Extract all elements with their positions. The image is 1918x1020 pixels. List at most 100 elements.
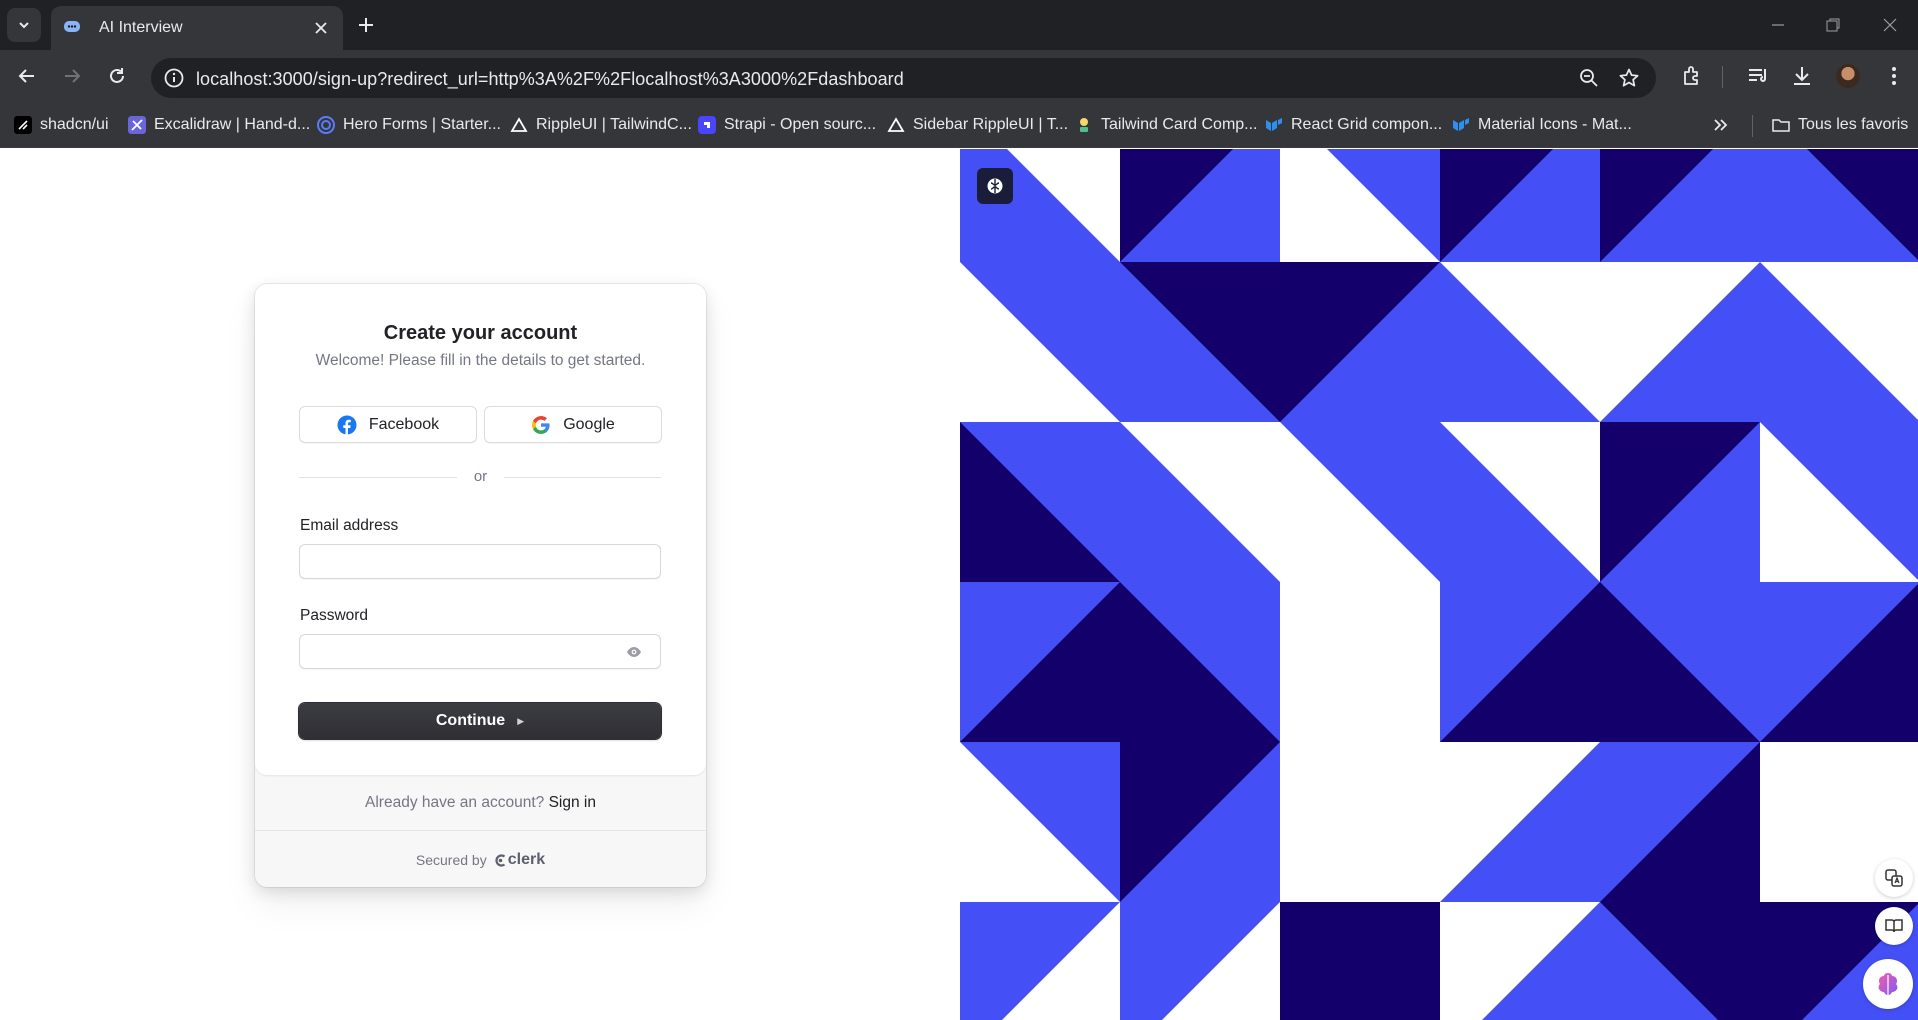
- mui-icon: [1453, 118, 1469, 131]
- bookmark-label: Hero Forms | Starter...: [343, 116, 501, 133]
- mui-icon: [1266, 118, 1282, 131]
- media-queue-icon[interactable]: [1746, 64, 1770, 88]
- profile-avatar[interactable]: [1836, 64, 1860, 88]
- minimize-icon: [1772, 24, 1784, 26]
- all-bookmarks-label: Tous les favoris: [1798, 116, 1909, 133]
- bookmark-hero-forms[interactable]: Hero Forms | Starter...: [317, 102, 501, 148]
- forward-button[interactable]: [57, 61, 87, 91]
- bookmark-react-grid[interactable]: React Grid compon...: [1265, 102, 1442, 148]
- tab-title: AI Interview: [99, 19, 183, 36]
- window-close-button[interactable]: [1877, 12, 1903, 38]
- app-logo[interactable]: [977, 168, 1013, 204]
- bookmark-excalidraw[interactable]: Excalidraw | Hand-d...: [128, 102, 310, 148]
- brain-icon: [987, 178, 1003, 194]
- bookmark-tailwind-card[interactable]: Tailwind Card Comp...: [1075, 102, 1258, 148]
- clerk-logo[interactable]: clerk: [493, 851, 545, 869]
- clerk-logo-icon: [495, 853, 505, 867]
- bookmark-label: Strapi - Open sourc...: [724, 116, 877, 133]
- decorative-pattern-panel: [960, 149, 1918, 1020]
- book-icon: [1885, 919, 1903, 933]
- site-info-icon[interactable]: [163, 67, 185, 89]
- zoom-out-icon[interactable]: [1578, 67, 1600, 89]
- browser-tab-bar: AI Interview: [0, 0, 1918, 50]
- signin-prompt: Already have an account? Sign in: [255, 794, 706, 812]
- close-icon: [1883, 18, 1897, 32]
- eye-icon[interactable]: [626, 645, 642, 659]
- restore-button[interactable]: [1820, 12, 1846, 38]
- download-icon[interactable]: [1790, 64, 1814, 88]
- facebook-icon: [337, 415, 357, 435]
- bookmarks-separator: [1752, 115, 1753, 137]
- facebook-button[interactable]: Facebook: [299, 406, 477, 443]
- bookmark-label: Excalidraw | Hand-d...: [154, 116, 311, 133]
- strapi-icon: [698, 116, 716, 134]
- caret-right-icon: ▶: [517, 715, 525, 726]
- reload-icon: [110, 68, 124, 83]
- shadcn-icon: [14, 116, 32, 134]
- arrow-right-icon: [65, 69, 81, 83]
- tab-search-button[interactable]: [7, 8, 41, 42]
- bookmark-label: RippleUI | TailwindC...: [536, 116, 692, 133]
- tailwind-card-icon: [1080, 118, 1088, 132]
- bookmark-rippleui[interactable]: RippleUI | TailwindC...: [510, 102, 692, 148]
- translate-button[interactable]: [1875, 859, 1913, 897]
- chevron-double-right-icon[interactable]: [1710, 114, 1732, 136]
- pattern-tile: [1280, 742, 1440, 902]
- email-field[interactable]: [299, 544, 661, 579]
- pattern-tile: [1280, 582, 1440, 742]
- chat-bubble-icon: [64, 21, 80, 32]
- minimize-button[interactable]: [1765, 12, 1791, 38]
- browser-toolbar: localhost:3000/sign-up?redirect_url=http…: [0, 50, 1918, 102]
- bookmark-material-icons[interactable]: Material Icons - Mat...: [1452, 102, 1632, 148]
- signin-link[interactable]: Sign in: [549, 794, 596, 811]
- email-label: Email address: [300, 517, 399, 534]
- divider-line-right: [504, 477, 661, 478]
- browser-tab-active[interactable]: AI Interview: [51, 6, 343, 50]
- geometric-pattern: [960, 149, 1918, 1020]
- reader-mode-button[interactable]: [1875, 907, 1913, 945]
- continue-button[interactable]: Continue ▶: [299, 703, 661, 739]
- toolbar-separator: [1722, 66, 1723, 88]
- bookmark-star-icon[interactable]: [1618, 67, 1640, 89]
- page-content: Create your account Welcome! Please fill…: [0, 149, 1918, 1020]
- tab-close-button[interactable]: [311, 18, 331, 38]
- close-icon: [315, 22, 327, 34]
- bookmark-shadcn[interactable]: shadcn/ui: [14, 102, 109, 148]
- brain-gradient-icon: [1878, 973, 1898, 995]
- url-text[interactable]: localhost:3000/sign-up?redirect_url=http…: [196, 69, 904, 90]
- password-field[interactable]: [299, 634, 661, 669]
- extensions-puzzle-icon[interactable]: [1680, 64, 1704, 88]
- excalidraw-icon: [128, 116, 146, 134]
- bookmarks-bar: shadcn/ui Excalidraw | Hand-d... Hero Fo…: [0, 102, 1918, 148]
- clerk-brand-text: clerk: [507, 851, 546, 868]
- bookmark-label: shadcn/ui: [40, 116, 109, 133]
- all-bookmarks-folder[interactable]: Tous les favoris: [1772, 102, 1908, 148]
- translate-icon: [1885, 869, 1903, 887]
- rippleui-icon: [510, 117, 528, 132]
- bookmark-label: Sidebar RippleUI | T...: [913, 116, 1069, 133]
- ai-assistant-button[interactable]: [1863, 959, 1913, 1009]
- secured-by-text: Secured by: [415, 852, 487, 868]
- chevron-down-icon: [19, 22, 29, 29]
- google-icon: [532, 415, 550, 434]
- continue-label: Continue: [435, 712, 506, 729]
- back-button[interactable]: [12, 61, 42, 91]
- password-label: Password: [300, 607, 369, 624]
- kebab-menu-icon[interactable]: [1882, 64, 1906, 88]
- bookmark-strapi[interactable]: Strapi - Open sourc...: [698, 102, 876, 148]
- secured-by-clerk: Secured by clerk: [255, 851, 706, 869]
- bookmark-sidebar-rippleui[interactable]: Sidebar RippleUI | T...: [887, 102, 1068, 148]
- bookmark-label: Material Icons - Mat...: [1478, 116, 1632, 133]
- signup-card: Create your account Welcome! Please fill…: [255, 284, 706, 887]
- arrow-left-icon: [18, 69, 34, 83]
- signin-prompt-text: Already have an account?: [365, 794, 545, 811]
- address-bar[interactable]: localhost:3000/sign-up?redirect_url=http…: [151, 58, 1656, 98]
- reload-button[interactable]: [102, 61, 132, 91]
- bookmark-label: React Grid compon...: [1291, 116, 1443, 133]
- bookmark-label: Tailwind Card Comp...: [1101, 116, 1258, 133]
- footer-separator: [255, 830, 706, 831]
- new-tab-button[interactable]: [353, 12, 379, 38]
- folder-icon: [1772, 119, 1790, 132]
- signup-card-main: Create your account Welcome! Please fill…: [255, 284, 706, 775]
- google-button[interactable]: Google: [484, 406, 662, 443]
